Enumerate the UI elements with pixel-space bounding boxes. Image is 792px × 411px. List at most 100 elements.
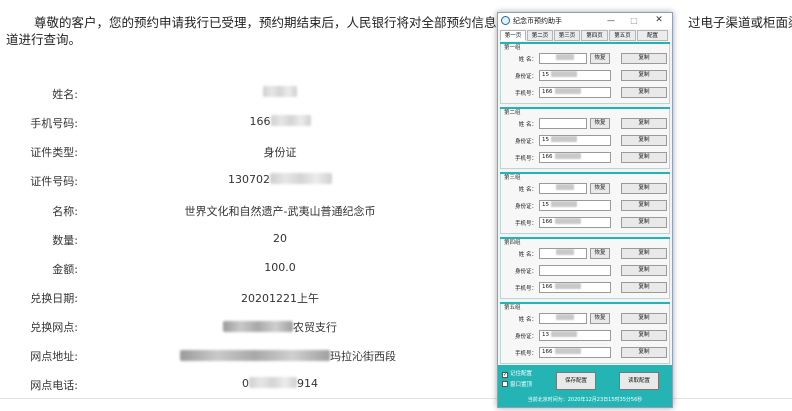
tab-2[interactable]: 第二页	[527, 30, 553, 41]
id-input-value: 13	[542, 332, 549, 338]
info-row: 网点电话: 0 914	[0, 375, 490, 395]
phone-input[interactable]: 166	[539, 217, 611, 228]
notice-line-2: 道进行查询。	[6, 32, 82, 47]
restore-button[interactable]: 恢复	[590, 313, 610, 324]
load-config-button[interactable]: 读取配置	[619, 372, 659, 390]
close-button[interactable]: ✕	[650, 14, 668, 27]
id-input-value: 15	[542, 202, 549, 208]
checkbox-box[interactable]: ✓	[502, 372, 508, 378]
info-label: 名称:	[52, 205, 78, 218]
copy-id-button[interactable]: 复制	[621, 265, 667, 276]
window-titlebar[interactable]: 纪念币预约助手 — □ ✕	[498, 13, 672, 29]
info-label: 网点地址:	[30, 350, 78, 363]
info-row: 姓名:	[0, 84, 490, 104]
checkbox-box[interactable]	[502, 381, 508, 387]
restore-button[interactable]: 恢复	[590, 53, 610, 64]
name-input[interactable]	[539, 118, 587, 129]
id-label: 身份证：	[514, 269, 537, 275]
group-divider	[500, 107, 670, 109]
redacted-blur	[554, 88, 581, 94]
app-clock-icon	[501, 16, 510, 25]
copy-id-button[interactable]: 复制	[621, 330, 667, 341]
name-input[interactable]	[539, 248, 587, 259]
info-value-prefix: 0	[242, 377, 249, 390]
group-divider	[500, 172, 670, 174]
redacted-blur	[554, 283, 581, 289]
notice-line-1: 尊敬的客户，您的预约申请我行已受理，预约期结束后，人民银行将对全部预约信息进	[34, 15, 510, 30]
name-input[interactable]	[539, 313, 587, 324]
copy-name-button[interactable]: 复制	[621, 118, 667, 129]
copy-name-button[interactable]: 复制	[621, 248, 667, 259]
group-title: 第二组	[504, 110, 521, 116]
redacted-blur	[554, 153, 581, 159]
copy-name-button[interactable]: 复制	[621, 183, 667, 194]
info-value: 166	[180, 115, 380, 128]
copy-name-button[interactable]: 复制	[621, 313, 667, 324]
redacted-blur	[551, 136, 577, 142]
copy-name-button[interactable]: 复制	[621, 53, 667, 64]
name-input[interactable]	[539, 53, 587, 64]
name-input[interactable]	[539, 183, 587, 194]
info-row: 证件类型: 身份证	[0, 142, 490, 162]
id-input[interactable]: 15	[539, 200, 611, 211]
phone-field-row: 手机号： 166 复制	[501, 347, 671, 359]
info-value-text: 玛拉沁街西段	[330, 350, 396, 363]
page-divider	[0, 398, 792, 399]
tab-4[interactable]: 第四页	[581, 30, 608, 41]
phone-input[interactable]: 166	[539, 347, 611, 358]
info-row: 手机号码: 166	[0, 113, 490, 133]
redacted-blur	[556, 249, 574, 255]
info-value: 身份证	[180, 144, 380, 160]
footer-panel: ✓ 记住配置 窗口置顶 保存配置 读取配置 当前北京时间为：2020年12月23日…	[498, 365, 672, 407]
id-input[interactable]: 15	[539, 70, 611, 81]
phone-input[interactable]: 166	[539, 87, 611, 98]
phone-input[interactable]: 166	[539, 282, 611, 293]
redacted-blur	[270, 173, 332, 184]
copy-id-button[interactable]: 复制	[621, 135, 667, 146]
id-input[interactable]: 13	[539, 330, 611, 341]
maximize-button[interactable]: □	[625, 14, 643, 27]
tab-3[interactable]: 第三页	[554, 30, 580, 41]
id-field-row: 身份证： 15 复制	[501, 200, 671, 212]
copy-id-button[interactable]: 复制	[621, 200, 667, 211]
group-divider	[500, 302, 670, 304]
copy-phone-button[interactable]: 复制	[621, 152, 667, 163]
info-label: 数量:	[52, 234, 78, 247]
info-value: 20	[180, 232, 380, 245]
minimize-button[interactable]: —	[602, 14, 620, 27]
info-value	[180, 86, 380, 99]
tab-5[interactable]: 第五页	[609, 30, 636, 41]
copy-phone-button[interactable]: 复制	[621, 217, 667, 228]
name-field-row: 姓 名： 恢复 复制	[501, 118, 671, 130]
save-config-button[interactable]: 保存配置	[556, 372, 596, 390]
tab-1[interactable]: 第一页	[500, 30, 526, 41]
phone-input[interactable]: 166	[539, 152, 611, 163]
id-input[interactable]	[539, 265, 611, 276]
restore-button[interactable]: 恢复	[590, 118, 610, 129]
helper-window: 纪念币预约助手 — □ ✕ 第一页 第二页 第三页 第四页 第五页 配置 第一组姓 名： 恢…	[497, 12, 673, 408]
phone-field-row: 手机号： 166 复制	[501, 87, 671, 99]
always-on-top-checkbox[interactable]: 窗口置顶	[502, 380, 552, 389]
window-title: 纪念币预约助手	[513, 17, 562, 25]
group-divider	[500, 237, 670, 239]
id-input[interactable]: 15	[539, 135, 611, 146]
id-field-row: 身份证： 13 复制	[501, 330, 671, 342]
name-field-row: 姓 名： 恢复 复制	[501, 248, 671, 260]
info-row: 兑换日期: 20201221上午	[0, 288, 490, 308]
name-field-row: 姓 名： 恢复 复制	[501, 53, 671, 65]
contact-group: 第五组姓 名： 恢复 复制 身份证： 13 复制 手机号： 166 复制	[500, 302, 670, 364]
group-title: 第三组	[504, 175, 521, 181]
copy-phone-button[interactable]: 复制	[621, 87, 667, 98]
restore-button[interactable]: 恢复	[590, 248, 610, 259]
name-label: 姓 名：	[518, 122, 537, 128]
copy-phone-button[interactable]: 复制	[621, 347, 667, 358]
tab-6[interactable]: 配置	[637, 30, 668, 41]
redacted-blur	[180, 350, 330, 361]
info-value: 100.0	[180, 261, 380, 274]
copy-phone-button[interactable]: 复制	[621, 282, 667, 293]
remember-config-checkbox[interactable]: ✓ 记住配置	[502, 369, 552, 378]
contact-group: 第一组姓 名： 恢复 复制 身份证： 15 复制 手机号： 166 复制	[500, 42, 670, 104]
restore-button[interactable]: 恢复	[590, 183, 610, 194]
name-field-row: 姓 名： 恢复 复制	[501, 183, 671, 195]
copy-id-button[interactable]: 复制	[621, 70, 667, 81]
